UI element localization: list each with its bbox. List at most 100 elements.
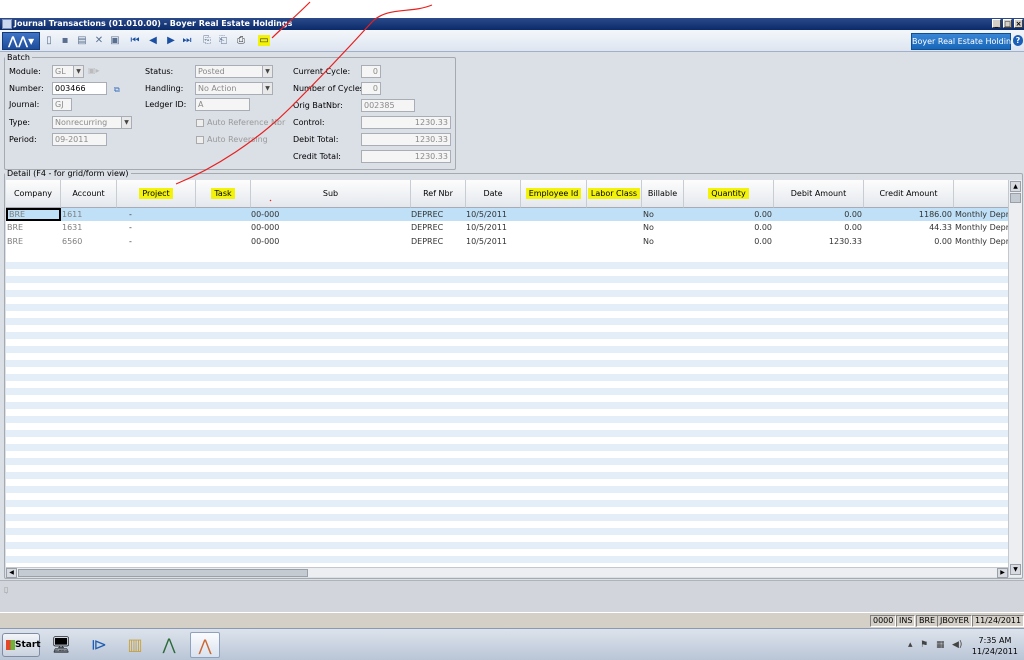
- cell-date[interactable]: 10/5/2011: [466, 235, 521, 248]
- current-cycle-field[interactable]: 0: [361, 65, 381, 78]
- volume-icon[interactable]: ◀): [952, 640, 962, 650]
- powershell-icon[interactable]: ⧐: [84, 632, 114, 658]
- type-field[interactable]: Nonrecurring ▼: [52, 116, 132, 129]
- cell-sub[interactable]: 00-000: [251, 221, 311, 234]
- col-quantity[interactable]: Quantity: [684, 180, 774, 208]
- cell-credit[interactable]: 1186.00: [864, 208, 952, 221]
- attachment-icon[interactable]: ▯̣: [4, 585, 8, 594]
- chevron-down-icon[interactable]: ▼: [121, 117, 131, 128]
- cell-description[interactable]: Monthly Deprec: [955, 208, 1008, 221]
- cell-description[interactable]: Monthly Deprec: [955, 235, 1008, 248]
- handling-field[interactable]: No Action ▼: [195, 82, 273, 95]
- help-icon[interactable]: ?: [1013, 35, 1023, 46]
- number-field[interactable]: 003466: [52, 82, 107, 95]
- cell-description[interactable]: Monthly Deprec: [955, 221, 1008, 234]
- clock[interactable]: 7:35 AM 11/24/2011: [972, 635, 1018, 657]
- minimize-button[interactable]: _: [992, 19, 1001, 28]
- table-row[interactable]: BRE 1611 - 00-000 DEPREC 10/5/2011 No 0.…: [6, 208, 1008, 221]
- col-sub[interactable]: Sub: [251, 180, 411, 208]
- hscroll-thumb[interactable]: [18, 569, 308, 577]
- cell-billable[interactable]: No: [643, 208, 683, 221]
- close-button[interactable]: ×: [1014, 19, 1023, 28]
- tray-expand-icon[interactable]: ▴: [908, 640, 913, 650]
- col-labor-class[interactable]: Labor Class: [587, 180, 642, 208]
- copy-icon[interactable]: ⎘: [202, 35, 212, 46]
- col-date[interactable]: Date: [466, 180, 521, 208]
- ledger-id-field[interactable]: A: [195, 98, 250, 111]
- cell-ref-nbr[interactable]: DEPREC: [411, 221, 466, 234]
- cell-sub[interactable]: 00-000: [251, 208, 311, 221]
- cell-account[interactable]: 6560: [62, 235, 116, 248]
- cell-quantity[interactable]: 0.00: [684, 208, 772, 221]
- module-field[interactable]: GL ▼: [52, 65, 84, 78]
- start-button[interactable]: Start: [2, 633, 41, 657]
- scroll-right-icon[interactable]: ▶: [997, 568, 1008, 578]
- previous-record-icon[interactable]: ◀: [148, 35, 158, 46]
- cell-ref-nbr[interactable]: DEPREC: [411, 235, 466, 248]
- chevron-down-icon[interactable]: ▼: [262, 66, 272, 77]
- server-manager-icon[interactable]: 🖥: [46, 632, 76, 658]
- cell-debit[interactable]: 0.00: [774, 208, 862, 221]
- cell-project[interactable]: -: [129, 235, 169, 248]
- col-credit-amount[interactable]: Credit Amount: [864, 180, 954, 208]
- cell-company[interactable]: BRE: [7, 235, 61, 248]
- finish-icon[interactable]: ▤: [77, 35, 87, 46]
- status-field[interactable]: Posted ▼: [195, 65, 273, 78]
- debit-total-field[interactable]: 1230.33: [361, 133, 451, 146]
- col-ref-nbr[interactable]: Ref Nbr: [411, 180, 466, 208]
- cell-quantity[interactable]: 0.00: [684, 235, 772, 248]
- credit-total-field[interactable]: 1230.33: [361, 150, 451, 163]
- new-icon[interactable]: ▯: [44, 35, 54, 46]
- col-task[interactable]: Task: [196, 180, 251, 208]
- col-description[interactable]: [954, 180, 1008, 208]
- control-field[interactable]: 1230.33: [361, 116, 451, 129]
- delete-icon[interactable]: ✕: [94, 35, 104, 46]
- auto-reversing-checkbox[interactable]: [196, 136, 204, 144]
- col-billable[interactable]: Billable: [642, 180, 684, 208]
- auto-reference-checkbox[interactable]: [196, 119, 204, 127]
- scroll-up-icon[interactable]: ▲: [1010, 181, 1021, 192]
- vertical-scrollbar[interactable]: ▲ ▼: [1008, 180, 1022, 577]
- next-record-icon[interactable]: ▶: [166, 35, 176, 46]
- notes-icon[interactable]: ▭: [258, 35, 270, 46]
- col-debit-amount[interactable]: Debit Amount: [774, 180, 864, 208]
- window-titlebar[interactable]: Journal Transactions (01.010.00) - Boyer…: [0, 18, 1024, 30]
- maximize-button[interactable]: □: [1003, 19, 1012, 28]
- explorer-icon[interactable]: ▥: [120, 632, 150, 658]
- cell-account[interactable]: 1631: [62, 221, 116, 234]
- cell-credit[interactable]: 0.00: [864, 235, 952, 248]
- dynamics-sl-icon[interactable]: ⋀: [154, 632, 184, 658]
- col-project[interactable]: Project: [117, 180, 196, 208]
- scroll-thumb[interactable]: [1010, 193, 1021, 203]
- cell-credit[interactable]: 44.33: [864, 221, 952, 234]
- cell-debit[interactable]: 0.00: [774, 221, 862, 234]
- table-row[interactable]: BRE 6560 - 00-000 DEPREC 10/5/2011 No 0.…: [6, 235, 1008, 248]
- action-center-icon[interactable]: ⚑: [920, 640, 928, 650]
- cell-sub[interactable]: 00-000: [251, 235, 311, 248]
- cancel-icon[interactable]: ▣: [110, 35, 120, 46]
- col-employee-id[interactable]: Employee Id: [521, 180, 587, 208]
- last-record-icon[interactable]: ⏭: [182, 35, 192, 46]
- number-lookup-icon[interactable]: ⧉: [114, 85, 120, 95]
- period-field[interactable]: 09-2011: [52, 133, 107, 146]
- first-record-icon[interactable]: ⏮: [130, 35, 140, 46]
- print-icon[interactable]: ⎙: [236, 35, 246, 46]
- detail-grid[interactable]: Company Account Project Task Sub Ref Nbr…: [6, 180, 1008, 567]
- cell-account[interactable]: 1611: [62, 208, 116, 221]
- col-account[interactable]: Account: [61, 180, 117, 208]
- company-button[interactable]: Boyer Real Estate Holdings: [911, 33, 1020, 50]
- network-icon[interactable]: ▦: [936, 640, 945, 650]
- module-lookup-icon[interactable]: ▣▸: [88, 66, 100, 75]
- app-menu-button[interactable]: ⋀⋀▾: [2, 32, 40, 50]
- table-row[interactable]: BRE 1631 - 00-000 DEPREC 10/5/2011 No 0.…: [6, 221, 1008, 234]
- cell-project[interactable]: -: [129, 221, 169, 234]
- cell-quantity[interactable]: 0.00: [684, 221, 772, 234]
- chevron-down-icon[interactable]: ▼: [73, 66, 83, 77]
- cell-project[interactable]: -: [129, 208, 169, 221]
- cell-debit[interactable]: 1230.33: [774, 235, 862, 248]
- orig-batnbr-field[interactable]: 002385: [361, 99, 415, 112]
- col-company[interactable]: Company: [6, 180, 61, 208]
- chevron-down-icon[interactable]: ▼: [262, 83, 272, 94]
- cell-company[interactable]: BRE: [7, 221, 61, 234]
- number-of-cycles-field[interactable]: 0: [361, 82, 381, 95]
